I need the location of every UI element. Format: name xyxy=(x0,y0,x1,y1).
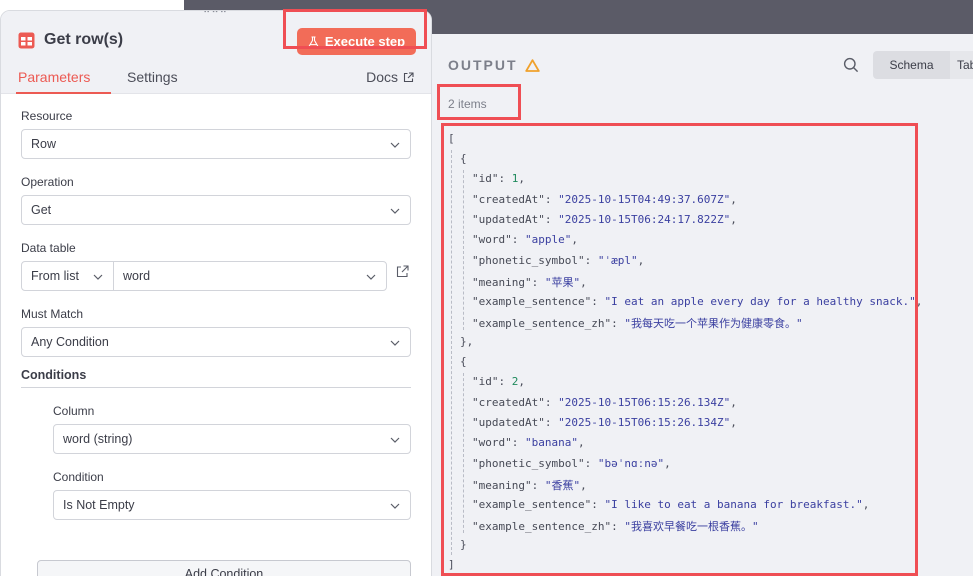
resource-label: Resource xyxy=(21,109,73,123)
resource-select[interactable]: Row xyxy=(21,129,411,159)
warning-icon[interactable] xyxy=(524,58,540,72)
table-icon xyxy=(18,32,35,49)
output-header: OUTPUT xyxy=(448,57,540,73)
operation-label: Operation xyxy=(21,175,74,189)
node-title[interactable]: Get row(s) xyxy=(44,31,123,49)
tab-parameters[interactable]: Parameters xyxy=(18,69,90,85)
chevron-down-icon xyxy=(366,274,376,280)
conditions-divider xyxy=(21,387,411,388)
add-condition-button[interactable]: Add Condition xyxy=(37,560,411,576)
docs-label: Docs xyxy=(366,69,398,85)
column-value: word (string) xyxy=(63,432,133,446)
data-table-label: Data table xyxy=(21,241,76,255)
column-label: Column xyxy=(53,404,95,418)
open-table-external-icon[interactable] xyxy=(396,265,409,278)
condition-label: Condition xyxy=(53,470,104,484)
data-table-select[interactable]: word xyxy=(113,261,387,291)
external-link-icon xyxy=(403,71,414,82)
chevron-down-icon xyxy=(390,142,400,148)
data-table-mode-select[interactable]: From list xyxy=(21,261,114,291)
output-title: OUTPUT xyxy=(448,57,518,73)
execute-highlight-box xyxy=(283,9,427,49)
data-table-mode-value: From list xyxy=(31,269,79,283)
operation-select[interactable]: Get xyxy=(21,195,411,225)
chevron-down-icon xyxy=(390,503,400,509)
active-tab-indicator xyxy=(16,92,111,94)
chevron-down-icon xyxy=(390,437,400,443)
tab-schema[interactable]: Schema xyxy=(873,51,950,79)
condition-select[interactable]: Is Not Empty xyxy=(53,490,411,520)
tab-settings[interactable]: Settings xyxy=(127,69,178,85)
chevron-down-icon xyxy=(390,208,400,214)
condition-value: Is Not Empty xyxy=(63,498,135,512)
chevron-down-icon xyxy=(93,274,103,280)
tab-table[interactable]: Table xyxy=(950,51,973,79)
json-output-highlight-box xyxy=(441,123,918,576)
docs-link[interactable]: Docs xyxy=(366,69,414,85)
search-icon[interactable] xyxy=(843,57,859,73)
column-select[interactable]: word (string) xyxy=(53,424,411,454)
must-match-label: Must Match xyxy=(21,307,84,321)
must-match-value: Any Condition xyxy=(31,335,109,349)
drag-handle-icon[interactable]: ⠿⠿⠿ xyxy=(203,11,228,16)
resource-value: Row xyxy=(31,137,57,151)
data-table-value: word xyxy=(123,269,151,283)
items-count: 2 items xyxy=(448,97,487,111)
operation-value: Get xyxy=(31,203,52,217)
must-match-select[interactable]: Any Condition xyxy=(21,327,411,357)
panel-tabs: Parameters Settings Docs xyxy=(1,66,431,94)
conditions-heading: Conditions xyxy=(21,368,87,382)
chevron-down-icon xyxy=(390,340,400,346)
